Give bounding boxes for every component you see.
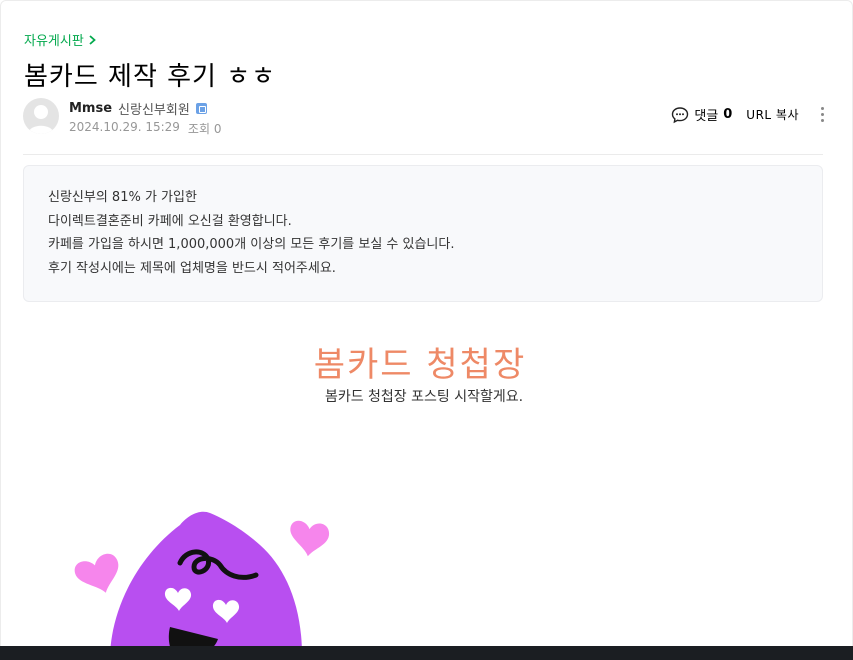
speech-bubble-icon [672,106,689,123]
bottom-bar [0,646,853,660]
content-subheading: 봄카드 청첩장 포스팅 시작할게요. [324,389,524,405]
character-body [110,511,302,655]
grade-badge-icon [195,103,207,114]
notice-line: 카페를 가입을 하시면 1,000,000개 이상의 모든 후기를 보실 수 있… [48,237,455,252]
chevron-right-icon [89,34,96,45]
content-heading: 봄카드 청첩장 [313,345,527,385]
comment-button[interactable]: 댓글 0 [671,105,732,124]
url-copy-button[interactable]: URL 복사 [746,106,799,123]
avatar[interactable] [23,98,59,134]
comment-label: 댓글 [694,109,719,124]
post-views: 조회 0 [187,122,222,136]
author-name[interactable]: Mmse [69,101,112,116]
post-meta: 2024.10.29. 15:29 조회 0 [69,120,221,137]
default-avatar-icon [28,105,54,134]
header-divider [23,154,823,155]
comment-count: 0 [723,107,733,122]
notice-box: 신랑신부의 81% 가 가입한 다이렉트결혼준비 카페에 오신걸 환영합니다. … [23,165,823,302]
heart-icon [290,520,330,557]
notice-line: 신랑신부의 81% 가 가입한 [48,190,197,205]
character-illustration [74,511,330,655]
page-title: 봄카드 제작 후기 ㅎㅎ [24,62,277,92]
author-line: Mmse 신랑신부회원 [69,99,207,118]
post-actions: 댓글 0 URL 복사 [671,105,827,124]
vertical-dots-icon[interactable] [817,107,827,122]
author-grade: 신랑신부회원 [118,103,190,118]
post-date: 2024.10.29. 15:29 [69,120,180,134]
breadcrumb[interactable]: 자유게시판 [24,30,97,49]
notice-line: 후기 작성시에는 제목에 업체명을 반드시 적어주세요. [48,260,336,276]
heart-icon [74,553,119,593]
notice-line: 다이렉트결혼준비 카페에 오신걸 환영합니다. [48,213,292,229]
breadcrumb-label[interactable]: 자유게시판 [24,30,84,49]
